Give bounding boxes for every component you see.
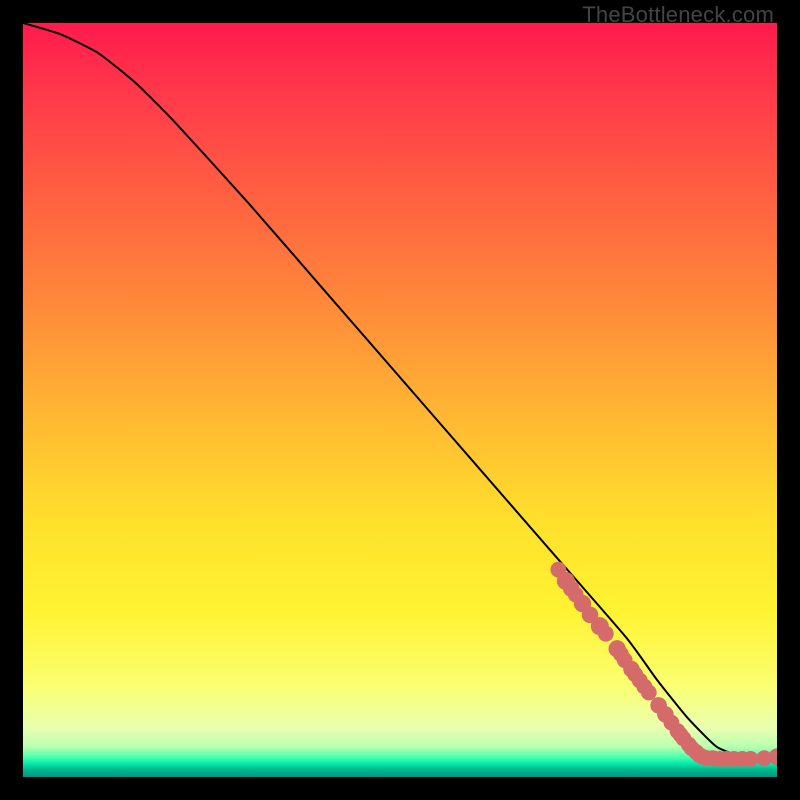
chart-svg [23, 23, 777, 777]
data-point [743, 751, 759, 767]
watermark-text: TheBottleneck.com [582, 2, 774, 28]
data-point [598, 626, 614, 642]
scatter-points [550, 562, 777, 767]
data-point [641, 685, 657, 701]
chart-area [23, 23, 777, 777]
bottleneck-curve [23, 23, 777, 759]
